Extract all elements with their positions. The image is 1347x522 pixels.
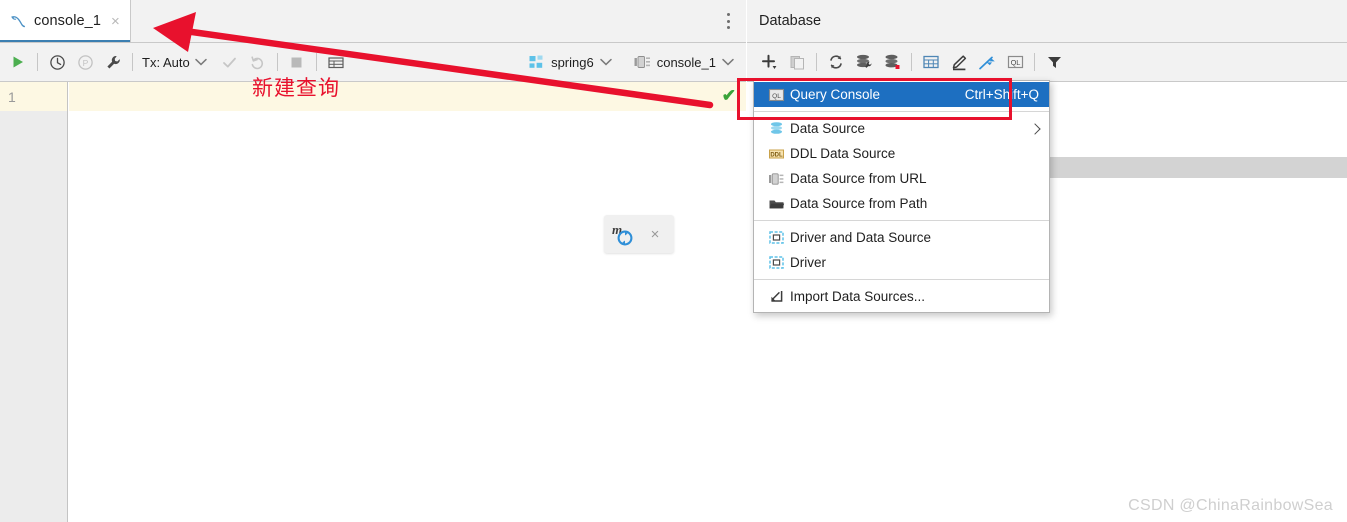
duplicate-icon[interactable] <box>783 48 811 76</box>
data-source-path-icon <box>768 197 790 211</box>
console-label: console_1 <box>656 54 716 70</box>
commit-check-icon[interactable] <box>216 48 244 76</box>
editor-tab-strip: console_1 × <box>0 0 746 43</box>
add-plus-icon[interactable] <box>755 48 783 76</box>
refresh-icon[interactable] <box>822 48 850 76</box>
editor-body: 1 ✔ m × <box>0 82 746 522</box>
menu-item-import-data-sources[interactable]: Import Data Sources... <box>754 284 1049 309</box>
svg-text:DDL: DDL <box>770 152 783 158</box>
mysql-refresh-icon[interactable]: m <box>604 221 638 247</box>
chevron-right-icon <box>1029 122 1041 135</box>
menu-item-label: Import Data Sources... <box>790 289 926 304</box>
driver-icon <box>768 255 790 270</box>
ddl-data-source-icon: DDL <box>768 147 790 161</box>
tab-active-underline <box>0 40 130 42</box>
database-panel-title: Database <box>759 13 822 29</box>
sql-code-area[interactable]: ✔ <box>69 82 746 522</box>
toolbar-separator <box>315 53 317 71</box>
inspection-ok-badge[interactable]: ✔ <box>722 86 736 106</box>
svg-text:P: P <box>82 58 88 68</box>
clock-history-icon[interactable] <box>43 48 71 76</box>
schema-label: spring6 <box>551 54 594 70</box>
watermark-text: CSDN @ChinaRainbowSea <box>1128 497 1333 514</box>
edit-pencil-icon[interactable] <box>945 48 973 76</box>
menu-item-label: Driver <box>790 255 826 270</box>
jump-to-source-icon[interactable] <box>973 48 1001 76</box>
menu-item-driver[interactable]: Driver <box>754 250 1049 275</box>
menu-item-label: DDL Data Source <box>790 146 896 161</box>
svg-text:QL: QL <box>1010 58 1020 67</box>
data-source-url-icon <box>768 172 790 186</box>
toolbar-separator <box>911 53 912 71</box>
database-stack-icon[interactable] <box>878 48 906 76</box>
run-configuration-icon[interactable] <box>850 48 878 76</box>
table-grid-icon[interactable] <box>917 48 945 76</box>
menu-item-data-source-from-path[interactable]: Data Source from Path <box>754 191 1049 216</box>
transaction-mode-label[interactable]: Tx: Auto <box>142 55 190 70</box>
menu-item-label: Driver and Data Source <box>790 230 932 245</box>
toolbar-separator <box>132 53 133 71</box>
query-console-highlight-box <box>737 78 1012 120</box>
chevron-down-icon[interactable] <box>722 58 734 66</box>
stop-square-icon[interactable] <box>283 48 311 76</box>
kebab-dot <box>726 26 730 29</box>
close-icon[interactable]: × <box>111 14 120 29</box>
toolbar-separator <box>276 53 278 71</box>
driver-icon <box>768 230 790 245</box>
database-loading-band <box>1050 157 1347 178</box>
line-number: 1 <box>0 82 67 111</box>
console-selector[interactable]: console_1 <box>630 55 738 70</box>
console-chip-icon <box>634 55 651 69</box>
profile-p-icon[interactable]: P <box>71 48 99 76</box>
editor-more-options-button[interactable] <box>720 12 736 30</box>
menu-item-ddl-data-source[interactable]: DDL DDL Data Source <box>754 141 1049 166</box>
kebab-dot <box>726 13 730 16</box>
chevron-down-icon[interactable] <box>599 58 612 66</box>
data-source-icon <box>768 121 790 136</box>
database-panel-header: Database <box>747 0 1347 43</box>
current-line-highlight <box>69 82 746 111</box>
connection-refresh-chip[interactable]: m × <box>604 215 674 253</box>
toolbar-separator <box>1034 53 1035 71</box>
editor-tab-label: console_1 <box>34 13 102 29</box>
menu-item-label: Data Source from Path <box>790 196 928 211</box>
menu-separator <box>754 279 1049 280</box>
ql-console-icon[interactable]: QL <box>1001 48 1029 76</box>
editor-toolbar: P Tx: Auto spring6 console_1 <box>0 43 746 82</box>
menu-item-label: Data Source <box>790 121 866 136</box>
rollback-undo-icon[interactable] <box>244 48 272 76</box>
database-toolbar: QL <box>747 43 1347 82</box>
toolbar-separator <box>816 53 817 71</box>
editor-tab-console-1[interactable]: console_1 × <box>0 0 131 42</box>
wrench-icon[interactable] <box>99 48 127 76</box>
filter-funnel-icon[interactable] <box>1040 48 1068 76</box>
run-play-icon[interactable] <box>4 48 32 76</box>
output-table-icon[interactable] <box>322 48 350 76</box>
menu-item-driver-and-data-source[interactable]: Driver and Data Source <box>754 225 1049 250</box>
chevron-down-icon[interactable] <box>190 48 212 76</box>
menu-item-data-source-from-url[interactable]: Data Source from URL <box>754 166 1049 191</box>
schema-selector[interactable]: spring6 <box>525 55 616 70</box>
toolbar-separator <box>37 53 38 71</box>
schema-icon <box>529 55 545 70</box>
editor-gutter: 1 <box>0 82 68 522</box>
kebab-dot <box>726 19 730 23</box>
menu-item-label: Data Source from URL <box>790 171 927 186</box>
close-icon[interactable]: × <box>638 226 672 243</box>
mysql-dolphin-icon <box>10 14 27 29</box>
import-data-sources-icon <box>768 289 790 304</box>
menu-separator <box>754 220 1049 221</box>
sql-editor-pane: console_1 × P Tx: Auto spring6 console_1… <box>0 0 746 522</box>
